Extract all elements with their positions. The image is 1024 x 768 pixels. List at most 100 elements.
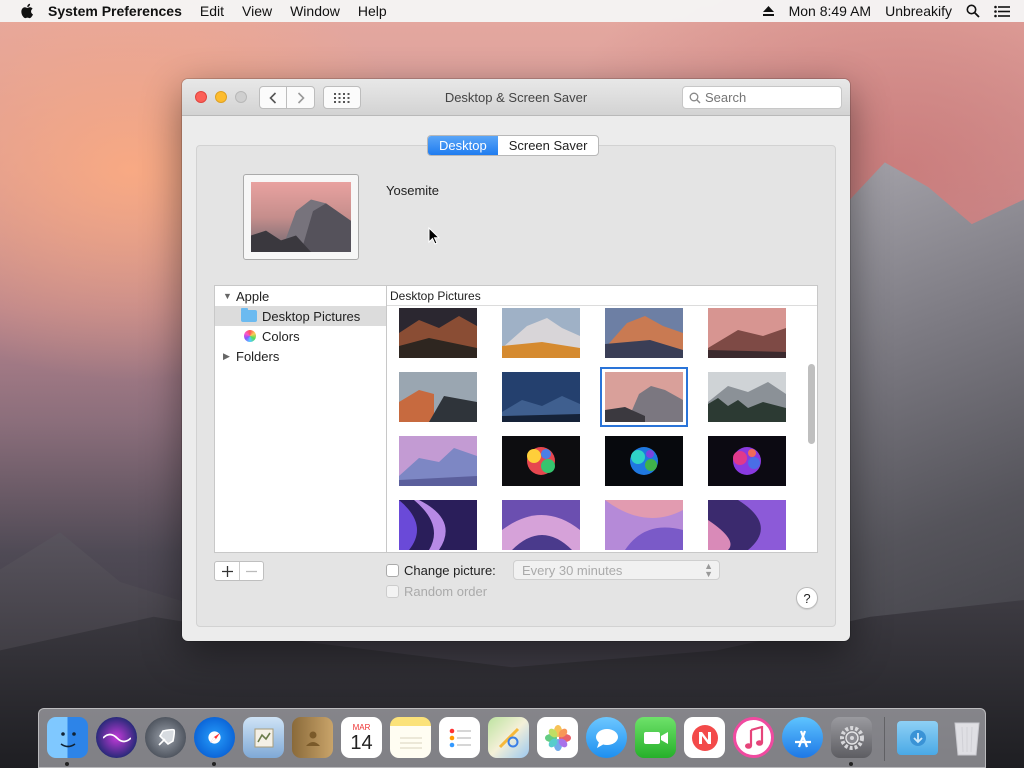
eject-icon[interactable] xyxy=(762,5,775,17)
dock-finder[interactable] xyxy=(47,717,88,766)
thumbnail-color-burst-1[interactable] xyxy=(502,436,580,486)
menu-help[interactable]: Help xyxy=(358,3,387,19)
thumbnail-yosemite-fog[interactable] xyxy=(708,372,786,422)
dock-contacts[interactable] xyxy=(292,717,333,758)
thumbnail-abstract-3[interactable] xyxy=(605,500,683,550)
thumbnail-abstract-4[interactable] xyxy=(708,500,786,550)
news-icon xyxy=(691,724,718,751)
pictures-browser: Desktop Pictures xyxy=(386,285,818,553)
add-folder-button[interactable] xyxy=(215,562,239,580)
menu-edit[interactable]: Edit xyxy=(200,3,224,19)
source-group-folders[interactable]: ▶ Folders xyxy=(215,346,386,366)
dock-photos[interactable] xyxy=(537,717,578,758)
dock-itunes[interactable] xyxy=(733,717,774,758)
pictures-scrollbar[interactable] xyxy=(808,364,815,444)
menu-app-name[interactable]: System Preferences xyxy=(48,3,182,19)
menu-clock[interactable]: Mon 8:49 AM xyxy=(789,3,872,19)
tab-screen-saver[interactable]: Screen Saver xyxy=(498,136,599,155)
dock-system-preferences[interactable] xyxy=(831,717,872,766)
mail-stamp-icon xyxy=(254,728,273,747)
pictures-header: Desktop Pictures xyxy=(387,286,817,306)
thumbnail-sierra[interactable] xyxy=(502,308,580,358)
folder-icon xyxy=(241,308,257,322)
running-indicator xyxy=(212,762,216,766)
search-input[interactable] xyxy=(705,90,835,105)
source-item-colors[interactable]: Colors xyxy=(215,326,386,346)
finder-icon xyxy=(60,731,76,747)
disclosure-triangle-right-icon[interactable]: ▶ xyxy=(223,351,233,361)
thumbnail-high-sierra[interactable] xyxy=(399,308,477,358)
source-list: ▼ Apple Desktop Pictures Colors ▶ Folder… xyxy=(214,285,386,553)
title-bar[interactable]: Desktop & Screen Saver xyxy=(182,79,850,116)
calendar-day: 14 xyxy=(350,732,373,754)
thumbnail-sierra-dusk[interactable] xyxy=(605,308,683,358)
interval-value: Every 30 minutes xyxy=(522,563,623,578)
apple-menu-icon[interactable] xyxy=(18,2,36,20)
thumbnail-sierra-sunset[interactable] xyxy=(708,308,786,358)
dock-calendar[interactable]: MAR 14 xyxy=(341,717,382,758)
source-group-label: Apple xyxy=(236,288,270,304)
change-picture-checkbox[interactable] xyxy=(386,564,399,577)
source-item-desktop-pictures[interactable]: Desktop Pictures xyxy=(215,306,386,326)
download-arrow-icon xyxy=(909,730,926,746)
thumbnail-el-capitan[interactable] xyxy=(399,372,477,422)
thumbnail-abstract-2[interactable] xyxy=(502,500,580,550)
siri-icon xyxy=(102,733,131,742)
search-field[interactable] xyxy=(682,86,842,109)
thumbnail-el-capitan-night[interactable] xyxy=(502,372,580,422)
video-camera-icon xyxy=(643,731,668,744)
photos-flower-icon xyxy=(544,724,571,751)
tab-control: Desktop Screen Saver xyxy=(427,135,600,156)
spotlight-search-icon[interactable] xyxy=(966,4,980,18)
disclosure-triangle-down-icon[interactable]: ▼ xyxy=(223,291,233,301)
dock-facetime[interactable] xyxy=(635,717,676,758)
dock-launchpad[interactable] xyxy=(145,717,186,758)
tab-desktop[interactable]: Desktop xyxy=(428,136,498,155)
dock-maps[interactable] xyxy=(488,717,529,758)
menu-window[interactable]: Window xyxy=(290,3,340,19)
thumbnail-yosemite[interactable] xyxy=(600,367,688,427)
source-item-label: Desktop Pictures xyxy=(262,308,361,324)
remove-folder-button[interactable] xyxy=(239,562,263,580)
random-order-checkbox[interactable] xyxy=(386,585,399,598)
updown-arrows-icon: ▲ ▼ xyxy=(704,561,713,579)
help-button[interactable]: ? xyxy=(796,587,818,609)
thumbnail-color-burst-2[interactable] xyxy=(605,436,683,486)
dock-messages[interactable] xyxy=(586,717,627,758)
menu-view[interactable]: View xyxy=(242,3,272,19)
thumbnail-color-burst-3[interactable] xyxy=(708,436,786,486)
dock-siri[interactable] xyxy=(96,717,137,758)
music-note-icon xyxy=(744,725,763,749)
app-store-icon xyxy=(794,730,811,747)
menu-bar: System Preferences Edit View Window Help… xyxy=(0,0,1024,22)
menu-user[interactable]: Unbreakify xyxy=(885,3,952,19)
thumbnail-abstract-1[interactable] xyxy=(399,500,477,550)
random-order-row: Random order xyxy=(386,584,487,599)
dock-safari[interactable] xyxy=(194,717,235,766)
dock-downloads[interactable] xyxy=(897,721,938,755)
dock-news[interactable] xyxy=(684,717,725,758)
current-picture-name: Yosemite xyxy=(386,183,439,198)
reminders-icon xyxy=(449,728,471,747)
minus-icon xyxy=(246,570,257,572)
dock-app-store[interactable] xyxy=(782,717,823,758)
source-group-label: Folders xyxy=(236,348,280,364)
source-group-apple[interactable]: ▼ Apple xyxy=(215,286,386,306)
search-icon xyxy=(689,92,701,103)
dock-notes[interactable] xyxy=(390,717,431,758)
running-indicator xyxy=(849,762,853,766)
thumbnail-yosemite-valley[interactable] xyxy=(399,436,477,486)
dock-mail[interactable] xyxy=(243,717,284,758)
dock: MAR 14 xyxy=(38,708,986,768)
notification-center-icon[interactable] xyxy=(994,5,1010,18)
change-picture-row: Change picture: xyxy=(386,563,496,578)
interval-select[interactable]: Every 30 minutes ▲ ▼ xyxy=(513,560,720,580)
add-remove-control xyxy=(214,561,264,581)
current-picture-preview xyxy=(243,174,359,260)
contacts-icon xyxy=(305,731,320,746)
dock-trash[interactable] xyxy=(946,717,987,758)
mouse-cursor-icon xyxy=(428,227,440,245)
thumbnail-grid xyxy=(399,308,786,552)
source-item-label: Colors xyxy=(262,328,300,344)
dock-reminders[interactable] xyxy=(439,717,480,758)
